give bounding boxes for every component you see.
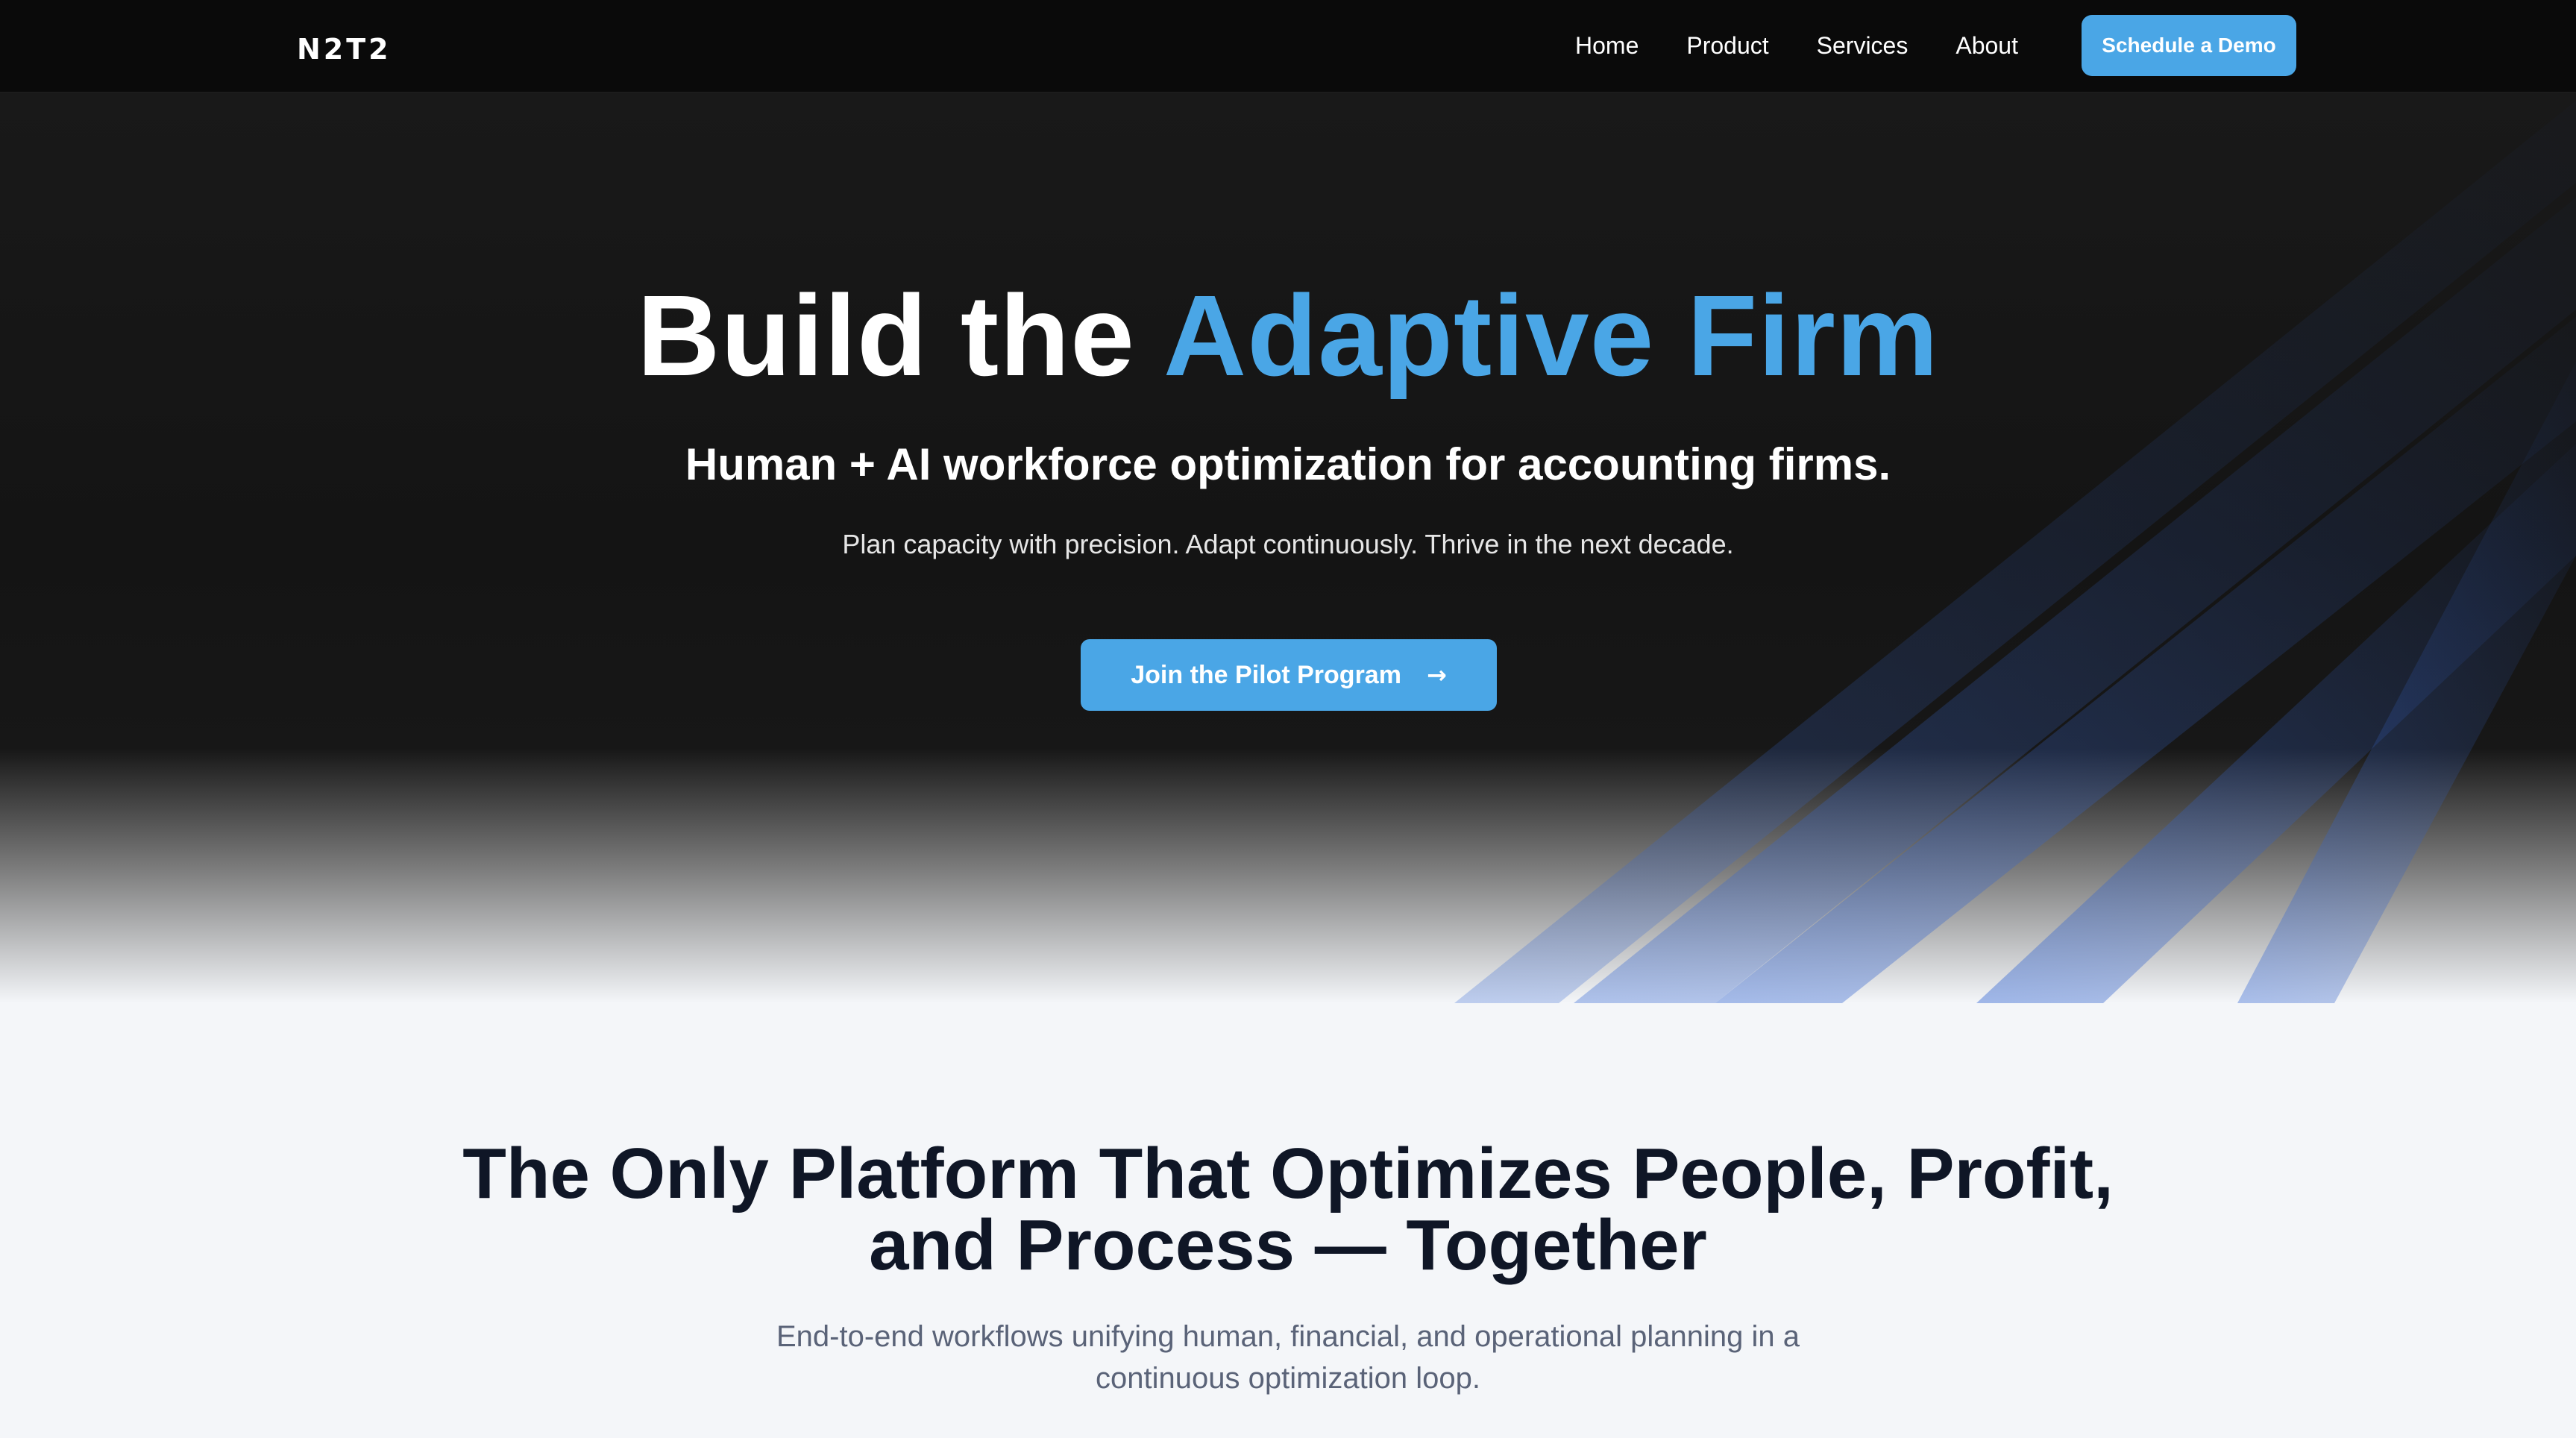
schedule-demo-button[interactable]: Schedule a Demo <box>2082 15 2296 76</box>
section-description: End-to-end workflows unifying human, fin… <box>776 1320 1800 1395</box>
hero-subtitle: Human + AI workforce optimization for ac… <box>685 439 1891 489</box>
hero-title-accent: Adaptive Firm <box>1163 271 1939 400</box>
section-title-line2: and Process — Together <box>869 1205 1707 1285</box>
section-title: The Only Platform That Optimizes People,… <box>0 1138 2576 1281</box>
logo[interactable]: N2T2 <box>297 33 392 66</box>
arrow-right-icon: → <box>1426 661 1447 689</box>
top-nav: N2T2 Home Product Services About Schedul… <box>0 0 2576 93</box>
nav-link-home[interactable]: Home <box>1575 28 1639 63</box>
hero-section: Build the Adaptive Firm Human + AI workf… <box>0 93 2576 1003</box>
join-pilot-label: Join the Pilot Program <box>1131 660 1401 689</box>
nav-links: Home Product Services About <box>1575 28 2066 63</box>
section-title-line1: The Only Platform That Optimizes People,… <box>462 1134 2114 1213</box>
nav-link-about[interactable]: About <box>1955 28 2018 63</box>
hero-title: Build the Adaptive Firm <box>0 269 2576 403</box>
join-pilot-button[interactable]: Join the Pilot Program → <box>1081 639 1497 711</box>
hero-tagline: Plan capacity with precision. Adapt cont… <box>842 529 1734 559</box>
hero-title-main: Build the <box>637 271 1163 400</box>
nav-link-product[interactable]: Product <box>1686 28 1768 63</box>
nav-link-services[interactable]: Services <box>1817 28 1909 63</box>
